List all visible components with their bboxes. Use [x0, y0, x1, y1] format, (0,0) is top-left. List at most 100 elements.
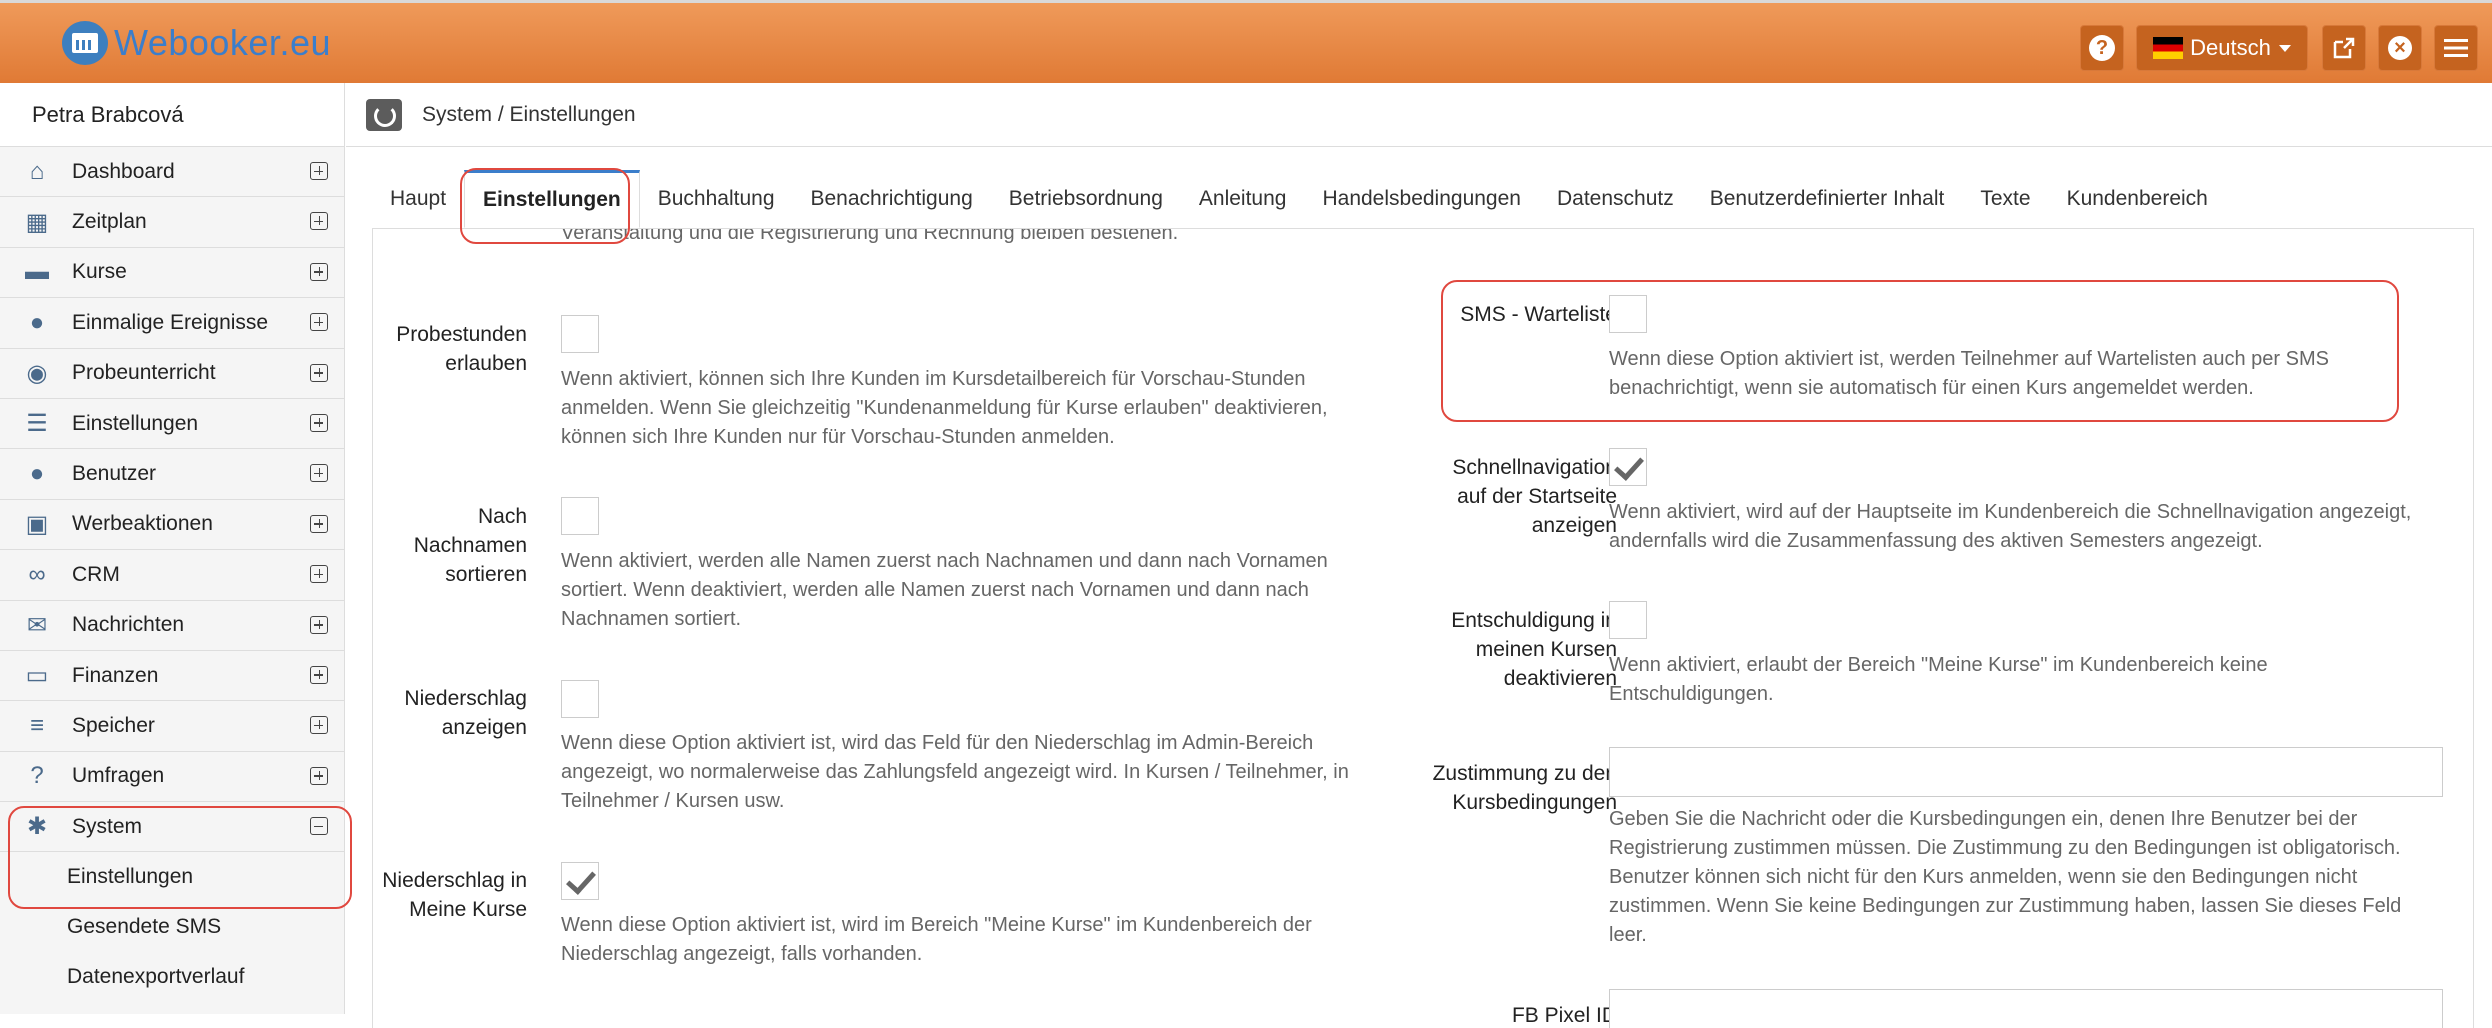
expand-icon[interactable]	[310, 363, 328, 382]
app-title: Webooker.eu	[114, 22, 331, 63]
sidebar-sub-gesendete-sms[interactable]: Gesendete SMS	[0, 902, 344, 953]
sidebar-item-label: Werbeaktionen	[72, 512, 213, 536]
cut-hint-text: Veranstaltung und die Registrierung und …	[561, 228, 1179, 244]
zustimmung-hint: Geben Sie die Nachricht oder die Kursbed…	[1609, 808, 2402, 946]
tab-betriebsordnung[interactable]: Betriebsordnung	[991, 170, 1181, 228]
sidebar-item-label: Dashboard	[72, 159, 175, 183]
expand-icon[interactable]	[310, 212, 328, 231]
sidebar-item-label: Finanzen	[72, 663, 159, 687]
expand-icon[interactable]	[310, 514, 328, 533]
niederschlag-kurse-checkbox[interactable]	[561, 862, 599, 900]
tab-benutzerdefinierter-inhalt[interactable]: Benutzerdefinierter Inhalt	[1692, 170, 1963, 228]
expand-icon[interactable]	[310, 665, 328, 684]
expand-icon[interactable]	[310, 262, 328, 281]
sidebar-item-label: Umfragen	[72, 764, 165, 788]
probestunden-hint: Wenn aktiviert, können sich Ihre Kunden …	[561, 368, 1328, 448]
home-icon: ⌂	[29, 157, 45, 185]
entschuldigung-label: Entschuldigung in meinen Kursen deaktivi…	[1451, 609, 1617, 690]
fb-pixel-input[interactable]	[1609, 989, 2443, 1028]
sidebar-item-label: Kurse	[72, 260, 127, 284]
nachnamen-checkbox[interactable]	[561, 497, 599, 535]
breadcrumb: System / Einstellungen	[422, 102, 636, 126]
tasks-icon: ☰	[26, 410, 48, 438]
expand-icon[interactable]	[310, 413, 328, 432]
sidebar-item-dashboard[interactable]: ⌂ Dashboard	[0, 147, 344, 198]
expand-icon[interactable]	[310, 565, 328, 584]
expand-icon[interactable]	[310, 162, 328, 180]
tab-benachrichtigung[interactable]: Benachrichtigung	[793, 170, 991, 228]
sidebar-item-nachrichten[interactable]: ✉ Nachrichten	[0, 601, 344, 651]
expand-icon[interactable]	[310, 766, 328, 785]
envelope-icon: ✉	[26, 611, 48, 639]
refresh-icon[interactable]	[366, 98, 402, 131]
caret-down-icon	[2278, 44, 2291, 52]
annotation-tab-highlight	[460, 168, 630, 244]
help-button[interactable]: ?	[2080, 25, 2124, 71]
annotation-system-highlight	[8, 806, 352, 909]
tab-bar: Haupt Einstellungen Buchhaltung Benachricht…	[372, 170, 2226, 228]
sidebar-item-einstellungen[interactable]: ☰ Einstellungen	[0, 399, 344, 450]
niederschlag-checkbox[interactable]	[561, 680, 599, 718]
fb-pixel-label: FB Pixel ID	[1511, 1004, 1617, 1027]
user-name: Petra Brabcová	[0, 83, 344, 147]
sidebar-item-zeitplan[interactable]: ▦ Zeitplan	[0, 197, 344, 248]
sidebar-item-crm[interactable]: ∞ CRM	[0, 550, 344, 601]
tab-anleitung[interactable]: Anleitung	[1181, 170, 1305, 228]
users-icon: ●	[29, 460, 45, 488]
menu-button[interactable]	[2434, 25, 2478, 71]
expand-icon[interactable]	[310, 716, 328, 735]
probestunden-checkbox[interactable]	[561, 315, 599, 353]
database-icon: ≡	[29, 711, 44, 739]
niederschlag-hint: Wenn diese Option aktiviert ist, wird da…	[561, 732, 1349, 812]
sidebar-item-label: CRM	[72, 562, 120, 586]
sidebar-item-label: Benutzer	[72, 462, 157, 486]
handshake-icon: ∞	[28, 560, 46, 588]
sidebar-item-einmalige-ereignisse[interactable]: ● Einmalige Ereignisse	[0, 298, 344, 349]
schnell-label: Schnellnavigation auf der Startseite anz…	[1452, 456, 1617, 537]
schnell-hint: Wenn aktiviert, wird auf der Hauptseite …	[1609, 501, 2412, 552]
annotation-sms-highlight	[1441, 280, 2399, 422]
german-flag-icon	[2153, 37, 2184, 59]
sidebar-item-label: Einstellungen	[72, 411, 199, 435]
zustimmung-label: Zustimmung zu den Kursbedingungen	[1432, 762, 1617, 814]
question-icon: ?	[30, 762, 44, 790]
nachnamen-hint: Wenn aktiviert, werden alle Namen zuerst…	[561, 550, 1328, 630]
tab-handelsbedingungen[interactable]: Handelsbedingungen	[1304, 170, 1539, 228]
sidebar-item-label: Speicher	[72, 713, 155, 737]
language-label: Deutsch	[2190, 35, 2271, 60]
sidebar-sub-datenexportverlauf[interactable]: Datenexportverlauf	[0, 952, 344, 1003]
sidebar-item-kurse[interactable]: ▬ Kurse	[0, 248, 344, 299]
eye-slash-icon: ◉	[26, 359, 48, 387]
top-bar: Webooker.eu ? Deutsch ×	[0, 0, 2492, 83]
tab-texte[interactable]: Texte	[1962, 170, 2048, 228]
expand-icon[interactable]	[310, 313, 328, 332]
zustimmung-input[interactable]	[1609, 747, 2443, 797]
sidebar-item-benutzer[interactable]: ● Benutzer	[0, 449, 344, 500]
sidebar-item-label: Probeunterricht	[72, 361, 216, 385]
tab-buchhaltung[interactable]: Buchhaltung	[640, 170, 793, 228]
sidebar-item-finanzen[interactable]: ▭ Finanzen	[0, 651, 344, 702]
entschuldigung-checkbox[interactable]	[1609, 601, 1647, 639]
sidebar-item-speicher[interactable]: ≡ Speicher	[0, 701, 344, 752]
book-icon: ▬	[25, 258, 49, 286]
tab-datenschutz[interactable]: Datenschutz	[1539, 170, 1692, 228]
sidebar-item-probeunterricht[interactable]: ◉ Probeunterricht	[0, 349, 344, 399]
entschuldigung-hint: Wenn aktiviert, erlaubt der Bereich "Mei…	[1609, 654, 2268, 705]
expand-icon[interactable]	[310, 464, 328, 483]
gift-icon: ▣	[25, 510, 49, 538]
sidebar-item-werbeaktionen[interactable]: ▣ Werbeaktionen	[0, 500, 344, 551]
tab-haupt[interactable]: Haupt	[372, 170, 464, 228]
probestunden-label: Probestunden erlauben	[396, 323, 527, 375]
soccer-icon: ●	[29, 308, 45, 336]
calendar-icon: ▦	[25, 208, 49, 236]
external-link-button[interactable]	[2322, 25, 2366, 71]
schnell-checkbox[interactable]	[1609, 448, 1647, 486]
close-button[interactable]: ×	[2378, 25, 2422, 71]
sidebar-item-umfragen[interactable]: ? Umfragen	[0, 752, 344, 803]
expand-icon[interactable]	[310, 615, 328, 634]
tab-kundenbereich[interactable]: Kundenbereich	[2049, 170, 2226, 228]
external-link-icon	[2333, 37, 2355, 59]
logo[interactable]: Webooker.eu	[62, 21, 331, 65]
nachnamen-label: Nach Nachnamen sortieren	[413, 505, 527, 586]
language-dropdown[interactable]: Deutsch	[2136, 25, 2308, 71]
